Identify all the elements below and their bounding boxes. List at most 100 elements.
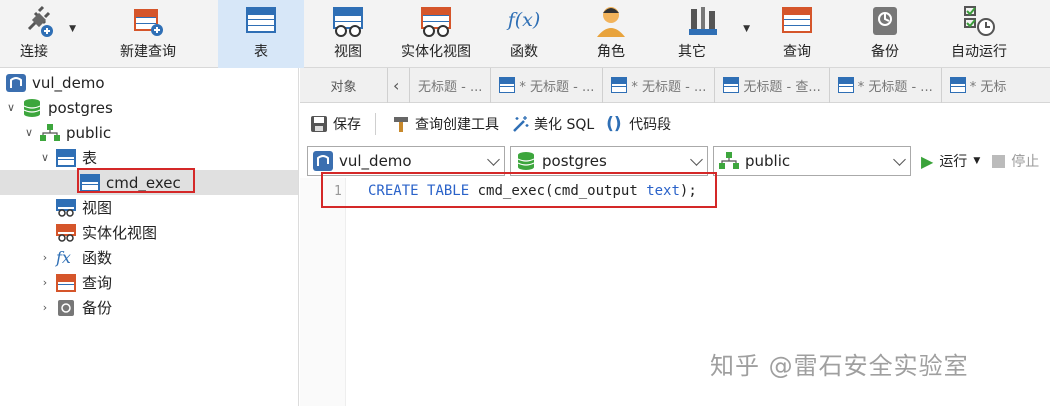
tab-label: * 无标题 - ... (519, 79, 595, 95)
line-gutter (300, 178, 346, 406)
code-snippet-button[interactable]: () 代码段 (604, 110, 673, 138)
tree-connection-label: vul_demo (32, 73, 105, 92)
chevron-down-icon[interactable]: ▼ (973, 156, 980, 166)
navigation-tree: vul_demo ∨ postgres ∨ public ∨ 表 cmd_exe… (0, 68, 299, 406)
schedule-icon (961, 3, 997, 39)
toolbar-divider (375, 113, 376, 135)
table-icon (243, 3, 279, 39)
tree-queries-label: 查询 (82, 274, 113, 292)
chevron-down-icon[interactable]: ▼ (743, 24, 750, 34)
new-query-label: 新建查询 (120, 44, 176, 60)
database-icon (516, 151, 536, 171)
tree-tables-group[interactable]: ∨ 表 (38, 145, 97, 170)
query-icon (56, 273, 76, 292)
query-icon (499, 77, 516, 93)
table-button[interactable]: 表 (218, 0, 304, 68)
tree-backups[interactable]: › 备份 (38, 295, 112, 320)
tree-database[interactable]: ∨ postgres (4, 95, 113, 120)
role-button[interactable]: 角色 (568, 0, 654, 68)
save-label: 保存 (333, 117, 361, 133)
tab-label: 无标题 - ... (418, 79, 483, 95)
chevron-right-icon[interactable]: › (38, 301, 52, 314)
new-query-button[interactable]: 新建查询 (78, 0, 218, 68)
schema-select[interactable]: public (713, 146, 911, 176)
line-number: 1 (334, 184, 342, 199)
tree-schema[interactable]: ∨ public (22, 120, 111, 145)
tree-tables-label: 表 (82, 149, 98, 167)
materialized-view-label: 实体化视图 (401, 44, 471, 60)
main-toolbar: ▼ 连接 新建查询 表 视图 实体化视图 f(x) 函数 角色 ▼ 其它 查询 … (0, 0, 1050, 68)
tree-table-label: cmd_exec (106, 173, 181, 192)
sql-keyword: TABLE (427, 183, 470, 199)
elephant-icon (313, 151, 333, 171)
chevron-right-icon[interactable]: › (38, 251, 52, 264)
tab-objects[interactable]: 对象 (300, 67, 388, 103)
connect-label: 连接 (20, 44, 48, 60)
play-icon: ▶ (921, 151, 934, 171)
function-icon: fx (56, 247, 71, 267)
beautify-sql-button[interactable]: 美化 SQL (509, 110, 596, 138)
function-icon: f(x) (507, 9, 541, 31)
query-button[interactable]: 查询 (752, 0, 842, 68)
tab-query-4[interactable]: 无标题 - 查... (715, 67, 830, 103)
other-button[interactable]: ▼ 其它 (654, 0, 752, 68)
tree-materialized-views[interactable]: 实体化视图 (52, 220, 157, 245)
query-label: 查询 (783, 44, 811, 60)
tab-query-2[interactable]: * 无标题 - ... (491, 67, 604, 103)
database-icon (22, 98, 42, 117)
run-label: 运行 (939, 154, 968, 170)
auto-run-button[interactable]: 自动运行 (928, 0, 1030, 68)
schema-icon (719, 151, 739, 171)
stop-button[interactable]: 停止 (992, 151, 1039, 171)
tree-schema-label: public (66, 123, 112, 142)
tab-query-1[interactable]: 无标题 - ... (410, 67, 492, 103)
tree-views[interactable]: 视图 (52, 195, 112, 220)
backup-label: 备份 (871, 44, 899, 60)
view-icon (56, 198, 76, 217)
query-builder-button[interactable]: 查询创建工具 (390, 110, 501, 138)
connect-button[interactable]: ▼ 连接 (0, 0, 78, 68)
chevron-down-icon[interactable]: ∨ (22, 126, 36, 139)
chevron-right-icon[interactable]: › (38, 276, 52, 289)
sql-code-line[interactable]: CREATE TABLE cmd_exec(cmd_output text); (368, 183, 697, 199)
chevron-down-icon[interactable]: ▼ (69, 24, 76, 34)
watermark-text: 知乎 @雷石安全实验室 (710, 352, 969, 380)
backup-button[interactable]: 备份 (842, 0, 928, 68)
schema-select-value: public (745, 152, 791, 170)
user-icon (593, 3, 629, 39)
connection-select[interactable]: vul_demo (307, 146, 505, 176)
chevron-down-icon[interactable] (893, 153, 906, 166)
database-select-value: postgres (542, 152, 607, 170)
function-button[interactable]: f(x) 函数 (480, 0, 568, 68)
chevron-down-icon[interactable]: ∨ (4, 101, 18, 114)
tab-query-6[interactable]: * 无标 (942, 68, 1015, 103)
tab-query-3[interactable]: * 无标题 - ... (603, 67, 716, 103)
save-icon (310, 115, 328, 133)
other-label: 其它 (678, 44, 706, 60)
run-button[interactable]: ▶ 运行 ▼ (921, 151, 980, 171)
sql-keyword: text (646, 183, 680, 199)
chevron-down-icon[interactable]: ∨ (38, 151, 52, 164)
tree-materialized-views-label: 实体化视图 (82, 224, 158, 242)
tree-queries[interactable]: › 查询 (38, 270, 112, 295)
query-icon (837, 77, 854, 93)
tab-query-5[interactable]: * 无标题 - ... (830, 67, 942, 103)
magic-wand-icon (511, 115, 529, 133)
tree-table-cmd-exec[interactable]: cmd_exec (0, 170, 298, 195)
database-select[interactable]: postgres (510, 146, 708, 176)
chevron-down-icon[interactable] (487, 153, 500, 166)
tree-views-label: 视图 (82, 199, 113, 217)
tab-label: * 无标题 - ... (631, 79, 707, 95)
view-button[interactable]: 视图 (304, 0, 392, 68)
connection-selectors: vul_demo postgres public ▶ 运行 ▼ 停止 (300, 145, 1050, 177)
materialized-view-icon (56, 223, 76, 242)
stop-label: 停止 (1011, 154, 1040, 170)
tree-database-label: postgres (48, 98, 113, 117)
materialized-view-button[interactable]: 实体化视图 (392, 0, 480, 68)
chevron-down-icon[interactable] (690, 153, 703, 166)
tree-connection[interactable]: vul_demo (6, 70, 105, 95)
save-button[interactable]: 保存 (308, 110, 363, 138)
tab-label: * 无标题 - ... (857, 79, 933, 95)
tab-scroll-left-icon[interactable]: ‹ (388, 67, 410, 103)
tree-functions[interactable]: › fx 函数 (38, 245, 112, 270)
